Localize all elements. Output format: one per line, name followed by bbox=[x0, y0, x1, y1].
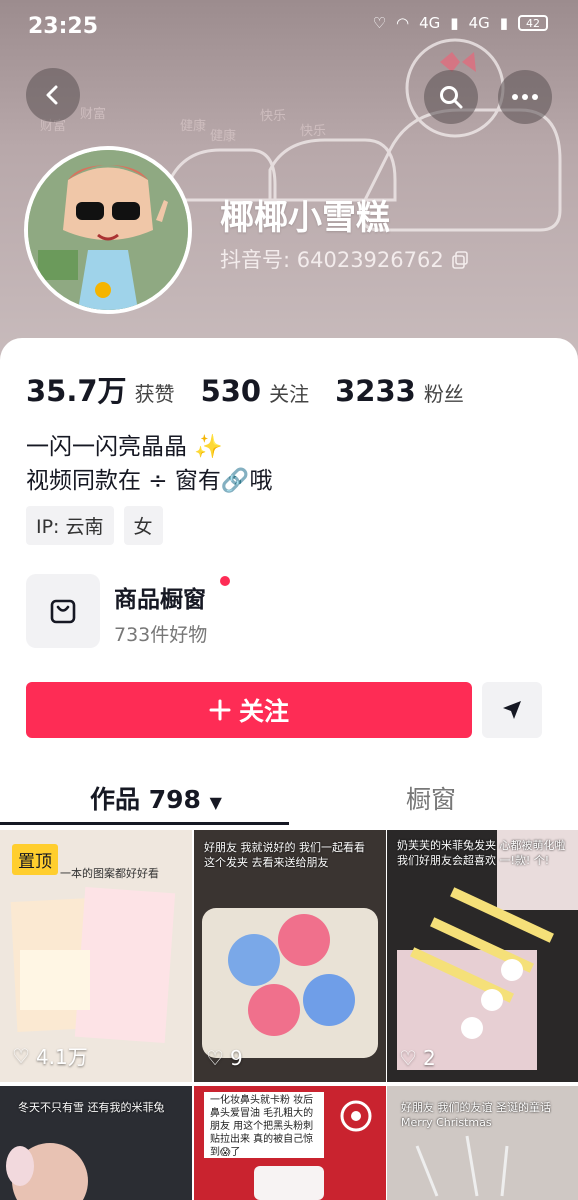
video-tile[interactable]: 好朋友 我们的友谊 圣诞的童话 Merry Christmas bbox=[387, 1086, 578, 1200]
heart-icon: ♡ bbox=[372, 14, 387, 32]
followers-count[interactable]: 3233 bbox=[335, 374, 416, 408]
tab-works-label: 作品 798 bbox=[90, 785, 201, 814]
heart-icon: ♡ bbox=[206, 1046, 224, 1070]
like-count: ♡ 2 bbox=[399, 1046, 436, 1070]
signal-icon: ▮ bbox=[450, 14, 459, 32]
send-message-button[interactable] bbox=[482, 682, 542, 738]
chevron-left-icon bbox=[46, 85, 58, 105]
tag-gender: 女 bbox=[123, 506, 163, 545]
video-caption: 一本的图案都好好看 bbox=[60, 867, 159, 880]
tab-shop-window[interactable]: 橱窗 bbox=[406, 780, 456, 816]
video-grid: 置顶 一本的图案都好好看 ♡ 4.1万 好朋友 我就说好的 我们一起看看这个发夹 … bbox=[0, 830, 578, 1200]
heart-icon: ♡ bbox=[12, 1043, 30, 1068]
status-time: 23:25 bbox=[28, 14, 99, 39]
video-caption: 奶芙芙的米菲兔发夹 心都被萌化啦 我们好朋友会超喜欢 一!款! 个! bbox=[397, 839, 566, 867]
profile-tabs: 作品 798 ▼ 橱窗 bbox=[0, 770, 578, 826]
like-count-text: 4.1万 bbox=[35, 1045, 88, 1069]
signal-label-1: 4G bbox=[419, 14, 441, 32]
battery-level: 42 bbox=[526, 16, 540, 30]
profile-bio: 一闪一闪亮晶晶 ✨ 视频同款在 ÷ 窗有🔗哦 bbox=[26, 430, 273, 498]
video-tile[interactable]: 一化妆鼻头就卡粉 妆后鼻头爱冒油 毛孔粗大的朋友 用这个把黑头粉刺贴拉出来 真的… bbox=[194, 1086, 386, 1200]
video-caption: 好朋友 我就说好的 我们一起看看这个发夹 去看来送给朋友 bbox=[204, 841, 365, 869]
battery-icon: 42 bbox=[518, 15, 548, 31]
svg-text:健康: 健康 bbox=[210, 128, 236, 144]
svg-text:财富: 财富 bbox=[80, 106, 106, 122]
bio-line-1: 一闪一闪亮晶晶 ✨ bbox=[26, 434, 223, 460]
profile-tags: IP: 云南 女 bbox=[26, 506, 163, 545]
video-caption: 好朋友 我们的友谊 圣诞的童话 Merry Christmas bbox=[401, 1101, 551, 1129]
tab-indicator bbox=[0, 822, 289, 825]
avatar[interactable] bbox=[24, 146, 192, 314]
like-count: ♡ 9 bbox=[206, 1046, 243, 1070]
following-count[interactable]: 530 bbox=[201, 374, 262, 408]
like-count-text: 2 bbox=[422, 1046, 436, 1070]
search-icon bbox=[440, 86, 463, 109]
video-caption: 冬天不只有雪 还有我的米菲兔 bbox=[18, 1101, 165, 1114]
wifi-icon: ◠ bbox=[396, 14, 410, 32]
heart-icon: ♡ bbox=[399, 1046, 417, 1070]
plus-icon bbox=[209, 699, 231, 721]
send-icon bbox=[503, 701, 521, 719]
more-dots-icon bbox=[512, 94, 538, 100]
signal-label-2: 4G bbox=[468, 14, 490, 32]
video-caption: 一化妆鼻头就卡粉 妆后鼻头爱冒油 毛孔粗大的朋友 用这个把黑头粉刺贴拉出来 真的… bbox=[210, 1095, 314, 1158]
shopping-bag-icon bbox=[50, 599, 76, 624]
more-button[interactable] bbox=[498, 70, 552, 124]
video-tile[interactable]: 冬天不只有雪 还有我的米菲兔 bbox=[0, 1086, 192, 1200]
pinned-badge: 置顶 bbox=[12, 844, 58, 875]
douyin-id-text: 抖音号: 64023926762 bbox=[220, 248, 444, 272]
douyin-id: 抖音号: 64023926762 bbox=[220, 244, 468, 274]
following-label[interactable]: 关注 bbox=[269, 378, 309, 407]
svg-text:健康: 健康 bbox=[180, 118, 206, 134]
profile-stats: 35.7万 获赞 530 关注 3233 粉丝 bbox=[26, 368, 464, 410]
profile-banner: 财富财富健康 健康快乐快乐 23:25 ♡ ◠ 4G ▮ 4G ▮ 42 bbox=[0, 0, 578, 370]
likes-label[interactable]: 获赞 bbox=[135, 378, 175, 407]
avatar-illustration bbox=[28, 150, 188, 310]
video-tile[interactable]: 好朋友 我就说好的 我们一起看看这个发夹 去看来送给朋友 ♡ 9 bbox=[194, 830, 386, 1082]
back-button[interactable] bbox=[26, 68, 80, 122]
likes-count[interactable]: 35.7万 bbox=[26, 368, 127, 410]
notification-dot bbox=[220, 576, 230, 586]
followers-label[interactable]: 粉丝 bbox=[424, 378, 464, 407]
like-count-text: 9 bbox=[229, 1046, 243, 1070]
tag-ip: IP: 云南 bbox=[26, 506, 114, 545]
copy-icon[interactable] bbox=[451, 250, 468, 269]
svg-text:快乐: 快乐 bbox=[300, 124, 326, 139]
shop-window-title[interactable]: 商品橱窗 bbox=[114, 580, 206, 614]
follow-button[interactable]: 关注 bbox=[26, 682, 472, 738]
caret-down-icon: ▼ bbox=[209, 793, 222, 812]
status-bar: 23:25 ♡ ◠ 4G ▮ 4G ▮ 42 bbox=[0, 0, 578, 54]
search-button[interactable] bbox=[424, 70, 478, 124]
video-tile[interactable]: 置顶 一本的图案都好好看 ♡ 4.1万 bbox=[0, 830, 192, 1082]
signal-icon-2: ▮ bbox=[499, 14, 508, 32]
shop-window-count[interactable]: 733件好物 bbox=[114, 620, 207, 647]
follow-label: 关注 bbox=[238, 697, 289, 726]
shop-window-button[interactable] bbox=[26, 574, 100, 648]
like-count: ♡ 4.1万 bbox=[12, 1041, 88, 1070]
video-tile[interactable]: 奶芙芙的米菲兔发夹 心都被萌化啦 我们好朋友会超喜欢 一!款! 个! ♡ 2 bbox=[387, 830, 578, 1082]
tab-works[interactable]: 作品 798 ▼ bbox=[90, 780, 222, 816]
profile-nickname: 椰椰小雪糕 bbox=[220, 198, 390, 238]
svg-text:快乐: 快乐 bbox=[260, 109, 286, 124]
bio-line-2: 视频同款在 ÷ 窗有🔗哦 bbox=[26, 468, 273, 494]
status-icons: ♡ ◠ 4G ▮ 4G ▮ 42 bbox=[373, 14, 548, 32]
